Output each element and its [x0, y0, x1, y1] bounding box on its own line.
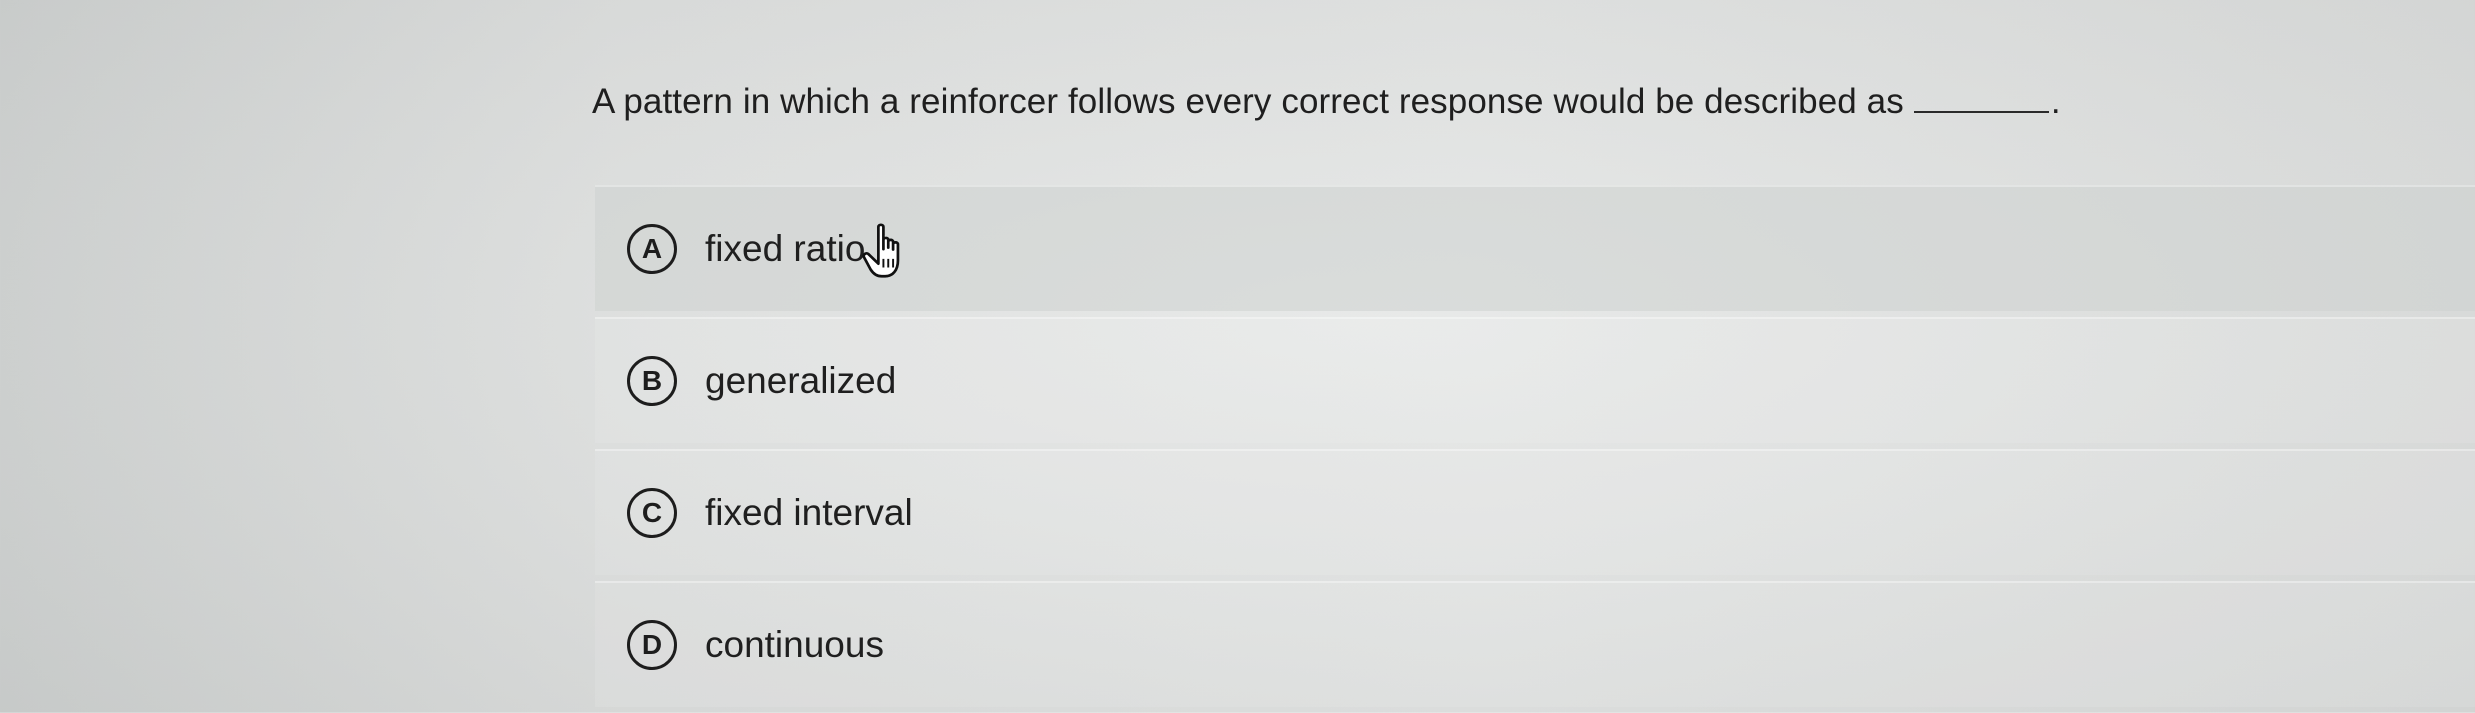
answer-blank: [1913, 107, 2049, 113]
option-a-letter-badge: A: [627, 224, 677, 274]
option-c-letter-badge: C: [627, 488, 677, 538]
question-text: A pattern in which a reinforcer follows …: [592, 82, 1904, 121]
option-b-letter-badge: B: [627, 356, 677, 406]
question-stem: A pattern in which a reinforcer follows …: [592, 82, 2061, 122]
option-c-text: fixed interval: [705, 492, 913, 533]
question-end-mark: .: [2050, 82, 2061, 121]
option-b[interactable]: B generalized: [595, 317, 2475, 443]
option-d-letter-badge: D: [627, 620, 677, 670]
option-c[interactable]: C fixed interval: [595, 449, 2475, 575]
option-b-text: generalized: [705, 360, 897, 401]
option-a-text: fixed ratio: [705, 228, 866, 269]
option-d-text: continuous: [705, 624, 884, 665]
option-d[interactable]: D continuous: [595, 581, 2475, 707]
hand-pointer-icon: [862, 223, 900, 278]
